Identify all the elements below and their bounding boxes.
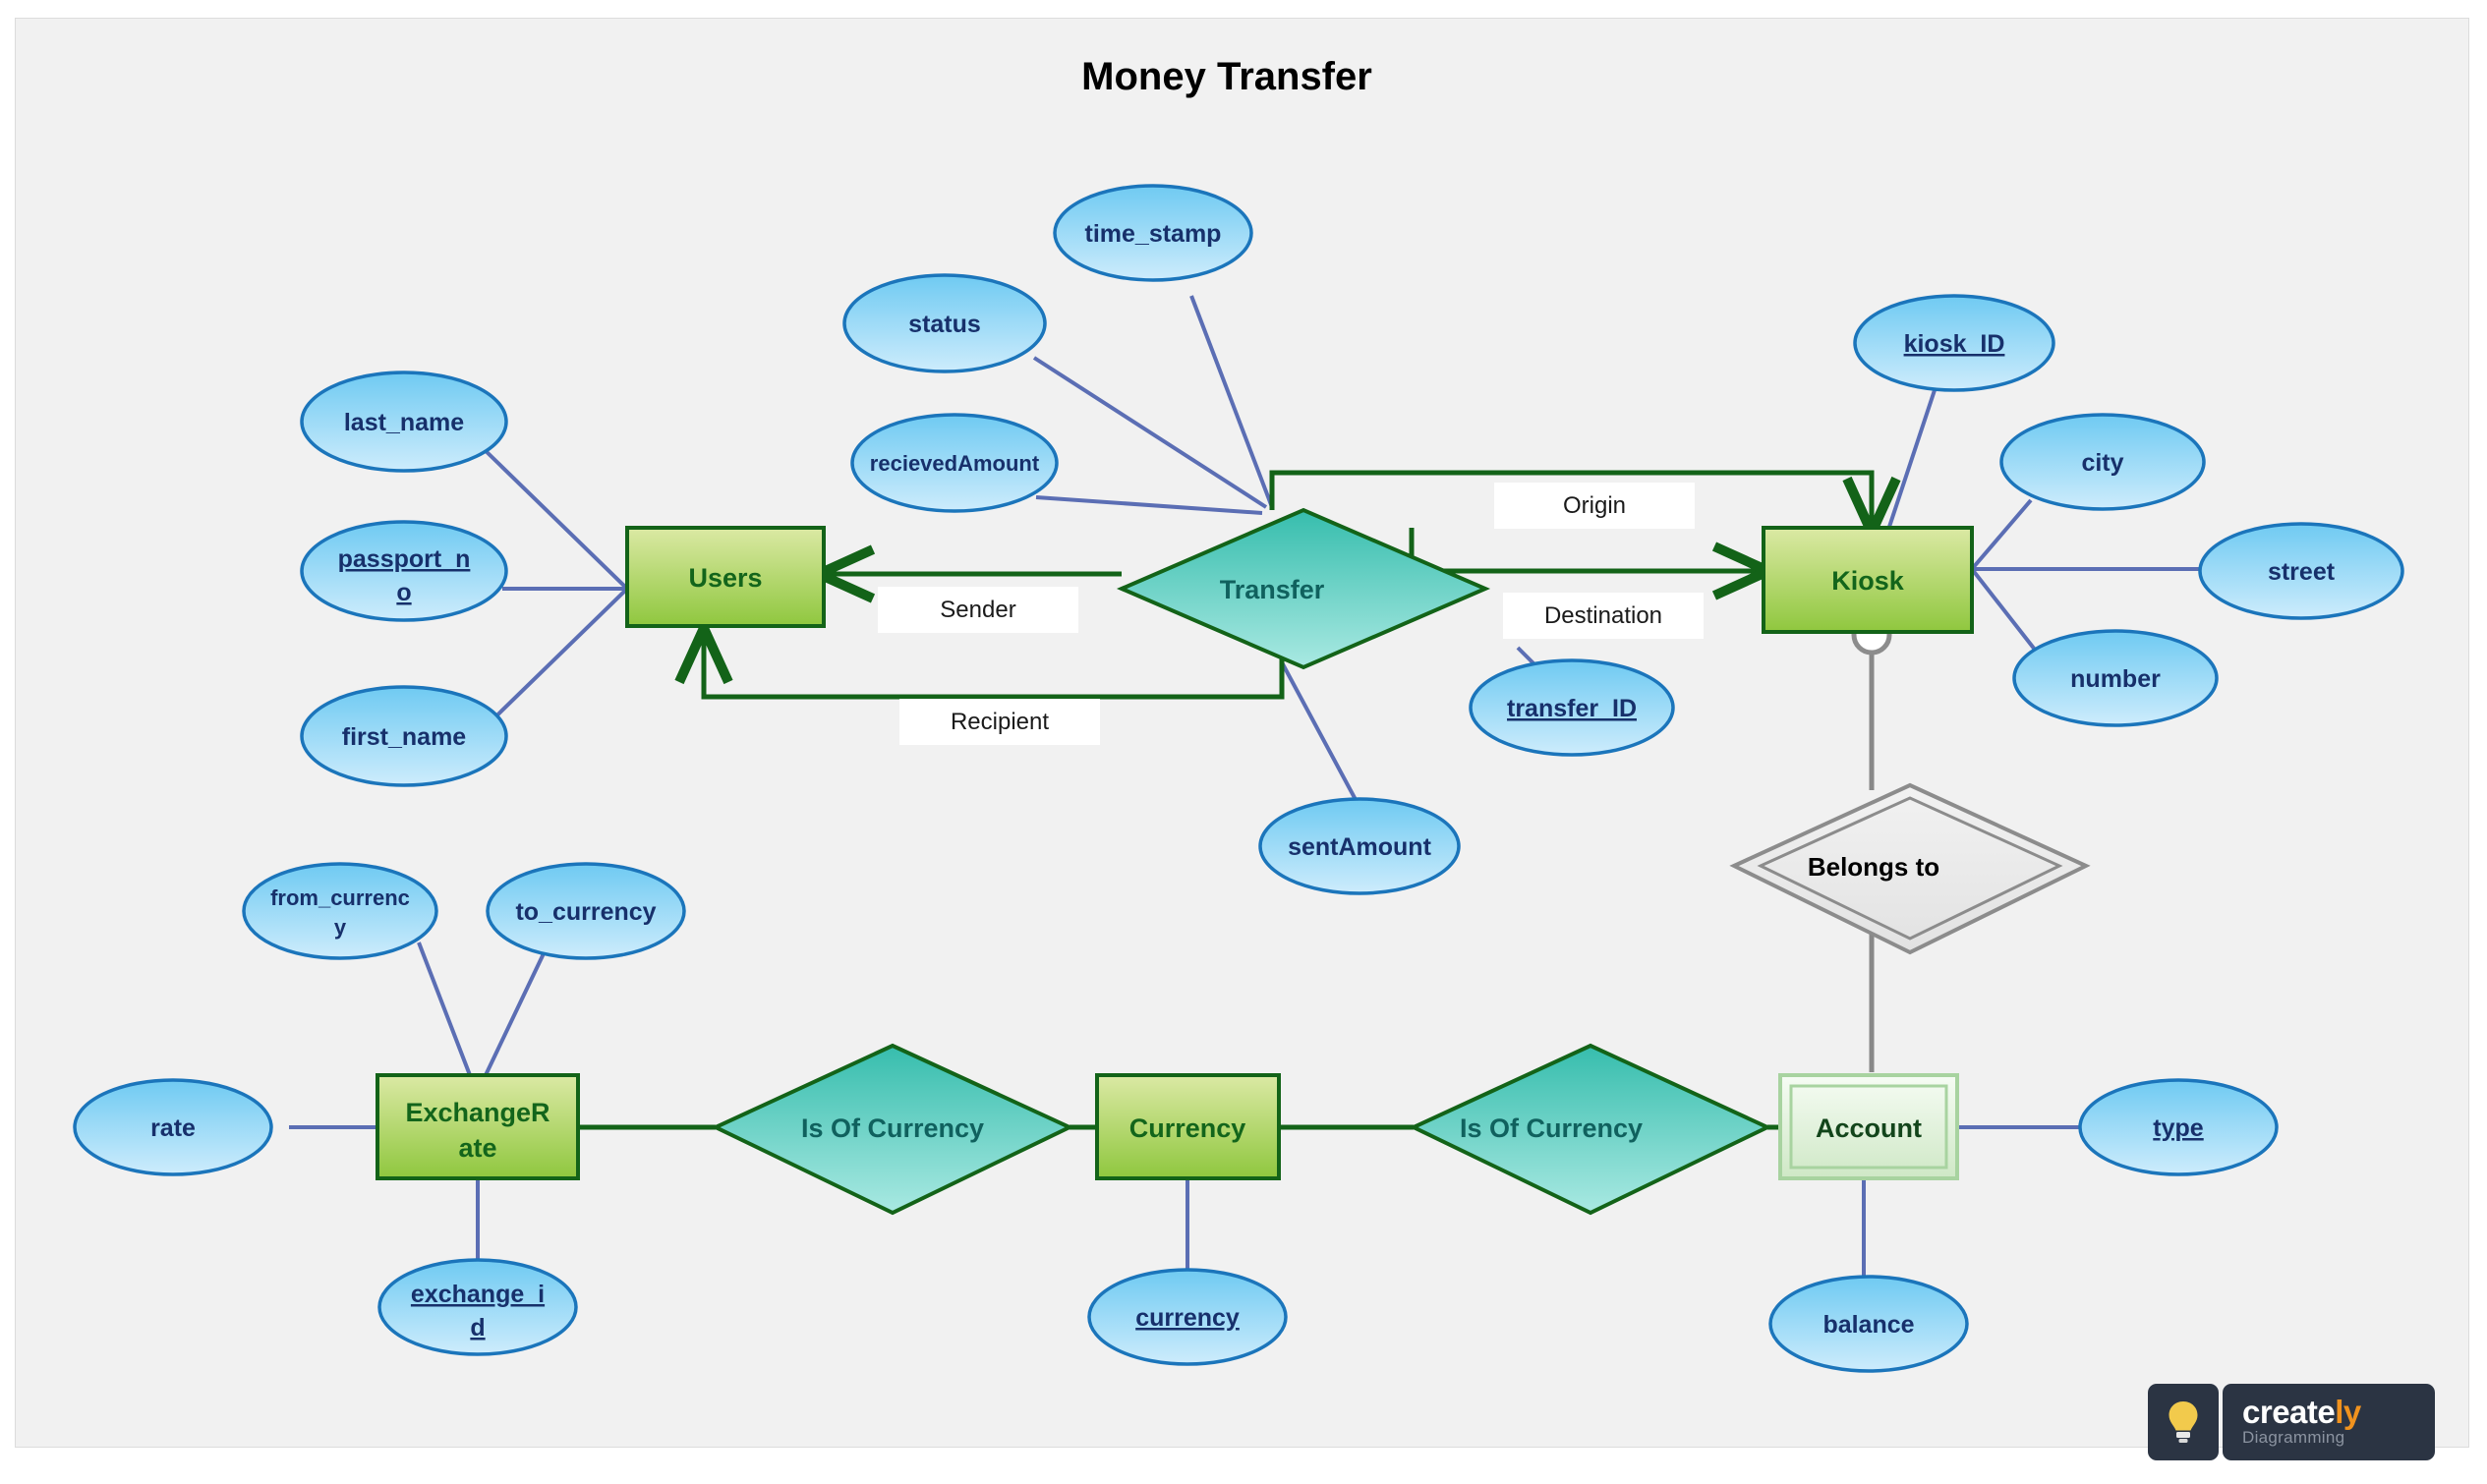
entity-currency[interactable]: Currency xyxy=(1095,1073,1281,1180)
attribute-to-currency[interactable]: to_currency xyxy=(486,862,686,960)
attribute-last-name-label: last_name xyxy=(344,409,464,436)
entity-exchange-rate[interactable]: ExchangeR ate xyxy=(376,1073,580,1180)
attribute-from-currency-ellipse[interactable] xyxy=(242,862,438,960)
attribute-currency-label: currency xyxy=(1135,1304,1240,1332)
creately-badge xyxy=(2148,1384,2219,1460)
attribute-from-currency[interactable]: from_currenc y xyxy=(242,862,438,960)
attribute-status-label: status xyxy=(908,311,981,338)
edge-label-destination: Destination xyxy=(1503,593,1704,639)
relationship-transfer[interactable]: Transfer xyxy=(1116,507,1491,670)
attribute-kiosk-id[interactable]: kiosk_ID xyxy=(1853,294,2055,392)
connector-kiosk-id xyxy=(1886,386,1938,531)
attribute-number-label: number xyxy=(2070,665,2161,693)
attribute-balance[interactable]: balance xyxy=(1768,1275,1969,1373)
creately-brand: creately xyxy=(2242,1393,2361,1430)
attribute-currency[interactable]: currency xyxy=(1087,1268,1288,1366)
attribute-status[interactable]: status xyxy=(842,273,1047,373)
entity-exchange-rate-label-line2: ate xyxy=(458,1133,496,1163)
attribute-type[interactable]: type xyxy=(2078,1078,2279,1176)
creately-tagline: Diagramming xyxy=(2242,1428,2345,1448)
entity-kiosk-label: Kiosk xyxy=(1831,566,1905,596)
attribute-from-currency-label-line2: y xyxy=(334,915,347,940)
attribute-sent-amount-label: sentAmount xyxy=(1288,833,1432,861)
entity-exchange-rate-label-line1: ExchangeR xyxy=(405,1098,549,1127)
attribute-kiosk-id-label: kiosk_ID xyxy=(1904,330,2005,358)
attribute-transfer-id[interactable]: transfer_ID xyxy=(1469,658,1675,757)
lightbulb-icon xyxy=(2169,1401,2198,1443)
attribute-to-currency-label: to_currency xyxy=(515,898,656,926)
connector-time-stamp xyxy=(1189,295,1274,508)
attribute-number[interactable]: number xyxy=(2012,629,2219,727)
relationship-belongs-to-label: Belongs to xyxy=(1808,852,1939,882)
attribute-exchange-id-label-line1: exchange_i xyxy=(411,1281,545,1308)
relationship-is-of-currency-1[interactable]: Is Of Currency xyxy=(711,1043,1074,1216)
relationship-is-of-currency-2[interactable]: Is Of Currency xyxy=(1409,1043,1772,1216)
attribute-passport-no-label-line2: o xyxy=(396,579,411,606)
attribute-last-name[interactable]: last_name xyxy=(300,371,508,473)
attribute-from-currency-label-line1: from_currenc xyxy=(270,885,410,910)
entity-kiosk[interactable]: Kiosk xyxy=(1762,526,1974,634)
edge-label-sender: Sender xyxy=(878,587,1078,633)
page-title: Money Transfer xyxy=(1081,55,1372,98)
relationship-belongs-to[interactable]: Belongs to xyxy=(1729,782,2091,955)
attribute-passport-no-label-line1: passport_n xyxy=(338,545,471,573)
entity-account-label: Account xyxy=(1816,1113,1922,1143)
attribute-city-label: city xyxy=(2081,449,2123,477)
attribute-time-stamp[interactable]: time_stamp xyxy=(1053,184,1253,282)
connector-status xyxy=(1032,356,1268,509)
edge-label-recipient-text: Recipient xyxy=(951,709,1049,735)
connector-recipient xyxy=(704,633,1285,700)
relationship-transfer-label: Transfer xyxy=(1220,575,1325,604)
edge-label-origin-text: Origin xyxy=(1563,492,1626,519)
attribute-exchange-id[interactable]: exchange_i d xyxy=(377,1258,578,1356)
attribute-passport-no[interactable]: passport_n o xyxy=(300,520,508,622)
entity-account[interactable]: Account xyxy=(1778,1073,1959,1180)
connector-destination xyxy=(1409,528,1764,571)
attribute-first-name-label: first_name xyxy=(342,723,467,751)
connector-to-currency xyxy=(484,946,549,1076)
connector-city xyxy=(1970,498,2033,571)
edge-label-recipient: Recipient xyxy=(899,699,1100,745)
relationship-is-of-currency-1-label: Is Of Currency xyxy=(801,1113,984,1143)
attribute-city[interactable]: city xyxy=(1999,413,2206,511)
attribute-transfer-id-label: transfer_ID xyxy=(1507,695,1637,722)
connector-from-currency xyxy=(417,942,472,1076)
creately-brand-ly: ly xyxy=(2335,1393,2361,1430)
attribute-street-label: street xyxy=(2268,558,2336,586)
creately-wordmark: creately Diagramming xyxy=(2223,1384,2435,1460)
attribute-exchange-id-label-line2: d xyxy=(470,1314,485,1341)
er-diagram: Money Transfer Users Kiosk ExchangeR ate… xyxy=(73,55,2404,1373)
entity-users-label: Users xyxy=(688,563,762,593)
diagram-canvas: Money Transfer Users Kiosk ExchangeR ate… xyxy=(15,18,2469,1448)
relationship-is-of-currency-2-label: Is Of Currency xyxy=(1460,1113,1643,1143)
attribute-street[interactable]: street xyxy=(2198,522,2404,620)
attribute-first-name[interactable]: first_name xyxy=(300,685,508,787)
entity-currency-label: Currency xyxy=(1129,1113,1246,1143)
creately-brand-create: create xyxy=(2242,1393,2336,1430)
attribute-recieved-amount[interactable]: recievedAmount xyxy=(850,413,1059,513)
connector-first-name xyxy=(476,587,629,736)
attribute-recieved-amount-label: recievedAmount xyxy=(870,451,1040,476)
attribute-rate[interactable]: rate xyxy=(73,1078,273,1176)
edge-label-origin: Origin xyxy=(1494,483,1695,529)
diagram-page: Money Transfer Users Kiosk ExchangeR ate… xyxy=(0,0,2487,1484)
edge-label-destination-text: Destination xyxy=(1544,602,1662,629)
attribute-type-label: type xyxy=(2153,1114,2204,1142)
edge-label-sender-text: Sender xyxy=(940,597,1015,623)
connector-recieved-amount xyxy=(1035,495,1263,515)
attribute-balance-label: balance xyxy=(1822,1311,1914,1339)
creately-watermark[interactable]: creately Diagramming xyxy=(2148,1384,2435,1460)
entity-users[interactable]: Users xyxy=(625,526,826,628)
attribute-time-stamp-label: time_stamp xyxy=(1085,220,1222,248)
attribute-sent-amount[interactable]: sentAmount xyxy=(1258,797,1461,895)
attribute-rate-label: rate xyxy=(150,1114,196,1142)
